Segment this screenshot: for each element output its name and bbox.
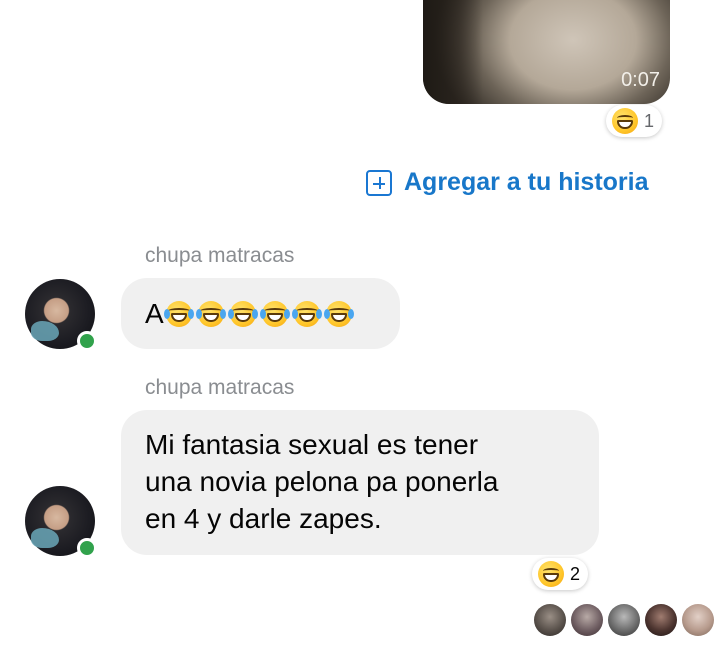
sender-name: chupa matracas — [145, 244, 295, 267]
video-reaction-badge[interactable]: 1 — [606, 105, 663, 137]
plus-square-icon — [366, 169, 392, 196]
online-status-icon — [77, 331, 97, 351]
sender-avatar[interactable] — [25, 486, 97, 558]
video-message-thumbnail[interactable]: 0:07 — [423, 0, 670, 104]
message-reaction-badge[interactable]: 2 — [532, 558, 589, 590]
face-with-tears-of-joy-icon — [259, 300, 290, 327]
face-with-tears-of-joy-icon — [291, 300, 322, 327]
video-reaction-count: 1 — [644, 110, 655, 131]
seen-avatar — [534, 604, 566, 636]
seen-by-row[interactable] — [534, 604, 714, 636]
message-bubble[interactable]: A — [121, 278, 400, 349]
message-text-line: Mi fantasia sexual es tener — [145, 429, 479, 460]
sender-avatar[interactable] — [25, 279, 97, 351]
message-bubble[interactable]: Mi fantasia sexual es tener una novia pe… — [121, 410, 599, 555]
seen-avatar — [682, 604, 714, 636]
seen-avatar — [608, 604, 640, 636]
add-to-story-button[interactable]: Agregar a tu historia — [366, 168, 649, 197]
online-status-icon — [77, 538, 97, 558]
grinning-squinting-face-icon — [612, 108, 638, 134]
message-text: A — [145, 297, 164, 329]
face-with-tears-of-joy-icon — [323, 300, 354, 327]
message-reaction-count: 2 — [570, 563, 581, 584]
face-with-tears-of-joy-icon — [195, 300, 226, 327]
face-with-tears-of-joy-icon — [227, 300, 258, 327]
grinning-squinting-face-icon — [538, 561, 564, 587]
message-text-line: en 4 y darle zapes. — [145, 503, 382, 534]
message-text-line: una novia pelona pa ponerla — [145, 466, 499, 497]
laughing-emoji-row — [163, 300, 354, 327]
seen-avatar — [645, 604, 677, 636]
seen-avatar — [571, 604, 603, 636]
add-to-story-label: Agregar a tu historia — [404, 168, 649, 196]
video-duration: 0:07 — [621, 69, 660, 91]
sender-name: chupa matracas — [145, 376, 295, 399]
face-with-tears-of-joy-icon — [163, 300, 194, 327]
